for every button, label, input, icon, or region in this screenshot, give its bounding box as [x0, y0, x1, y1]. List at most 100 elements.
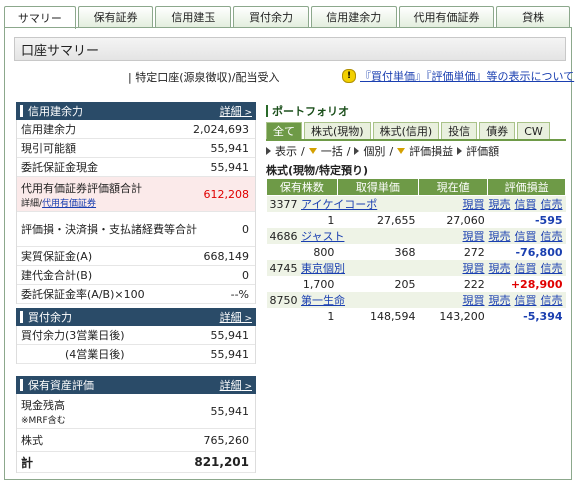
section-bar-icon — [20, 311, 23, 323]
notice-link[interactable]: 『買付単価』『評価単価』等の表示について — [360, 68, 574, 84]
row-note: ※MRF含む — [21, 415, 66, 426]
row-sub: 詳細/代用有価証券 — [21, 196, 142, 209]
arrow-right-icon — [457, 147, 463, 155]
row-label: 信用建余力 — [21, 123, 76, 136]
row-value: --% — [230, 287, 249, 301]
cell-cost: 27,655 — [376, 213, 416, 227]
margin-section-title: 信用建余力 — [28, 105, 83, 118]
stock-name-link[interactable]: ジャスト — [301, 230, 344, 243]
margin-buy-link[interactable]: 信買 — [515, 198, 537, 211]
margin-row: 現引可能額 55,941 — [17, 139, 255, 158]
sell-link[interactable]: 現売 — [489, 262, 511, 275]
tab-buying-power[interactable]: 買付余力 — [233, 6, 309, 27]
row-value: 55,941 — [210, 160, 250, 174]
stock-code: 4745 — [269, 262, 298, 275]
stock-name-link[interactable]: 第一生命 — [301, 294, 345, 307]
tab-holdings[interactable]: 保有証券 — [77, 6, 154, 27]
tab-collateral[interactable]: 代用有価証券 — [398, 6, 495, 27]
sell-link[interactable]: 現売 — [489, 230, 511, 243]
table-row: 3377 アイケイコーポ 現買 現売 信買 信売 — [266, 195, 566, 212]
margin-sell-link[interactable]: 信売 — [541, 294, 563, 307]
assets-detail-link[interactable]: 詳細 — [220, 377, 252, 393]
cell-shares: 800 — [313, 245, 335, 259]
table-row: 4745 東京個別 現買 現売 信買 信売 — [266, 260, 566, 276]
section-bar-icon — [20, 105, 23, 117]
margin-sell-link[interactable]: 信売 — [541, 262, 563, 275]
opt-value[interactable]: 評価額 — [466, 143, 499, 159]
stock-name-link[interactable]: アイケイコーポ — [301, 198, 377, 211]
margin-row: 実質保証金(A) 668,149 — [17, 247, 255, 266]
sell-link[interactable]: 現売 — [489, 294, 511, 307]
margin-row: 信用建余力 2,024,693 — [17, 120, 255, 139]
buy-link[interactable]: 現買 — [463, 230, 485, 243]
buy-link[interactable]: 現買 — [463, 262, 485, 275]
margin-sell-link[interactable]: 信売 — [541, 230, 563, 243]
pf-tab-margin[interactable]: 株式(信用) — [372, 122, 440, 139]
table-row: 1 148,594 143,200 -5,394 — [267, 308, 566, 324]
margin-detail-link[interactable]: 詳細 — [220, 103, 252, 119]
portfolio-tabs: 全て 株式(現物) 株式(信用) 投信 債券 CW — [266, 122, 566, 141]
tab-margin-capacity[interactable]: 信用建余力 — [310, 6, 397, 27]
stock-code: 3377 — [269, 198, 298, 211]
opt-bulk[interactable]: 一括 — [321, 143, 343, 159]
stock-name-link[interactable]: 東京個別 — [301, 262, 345, 275]
buying-row: 買付余力(3営業日後) 55,941 — [17, 326, 255, 345]
margin-buy-link[interactable]: 信買 — [515, 230, 537, 243]
margin-row: 代用有価証券評価額合計 詳細/代用有価証券 612,208 — [17, 177, 255, 212]
row-label: 委託保証金率(A/B)×100 — [21, 288, 145, 301]
opt-individual[interactable]: 個別 — [363, 143, 385, 159]
assets-row: 現金残高 ※MRF含む 55,941 — [17, 394, 255, 429]
display-options: 表示 / 一括 / 個別 / 評価損益 評価額 — [266, 143, 566, 159]
cell-price: 27,060 — [446, 213, 485, 227]
cell-price: 272 — [463, 245, 485, 259]
pf-tab-cw[interactable]: CW — [517, 122, 550, 139]
row-label: 買付余力(3営業日後) — [21, 329, 125, 342]
margin-row: 評価損・決済損・支払諸経費等合計 0 — [17, 212, 255, 247]
cell-shares: 1 — [327, 309, 335, 323]
pf-tab-cash[interactable]: 株式(現物) — [304, 122, 371, 139]
buying-section-title: 買付余力 — [28, 311, 72, 324]
row-label: 代用有価証券評価額合計 — [21, 181, 142, 195]
sell-link[interactable]: 現売 — [489, 198, 511, 211]
margin-row: 委託保証金率(A/B)×100 --% — [17, 285, 255, 304]
cell-cost: 205 — [394, 277, 416, 291]
pf-tab-funds[interactable]: 投信 — [441, 122, 478, 139]
pf-tab-bonds[interactable]: 債券 — [479, 122, 516, 139]
tab-stock-lending[interactable]: 貸株 — [496, 6, 571, 27]
margin-sell-link[interactable]: 信売 — [541, 198, 563, 211]
buying-rows: 買付余力(3営業日後) 55,941 (4営業日後) 55,941 — [16, 326, 256, 364]
tab-summary[interactable]: サマリー — [4, 6, 76, 29]
row-value: 55,941 — [210, 347, 250, 361]
portfolio-subtitle: 株式(現物/特定預り) — [266, 164, 369, 177]
col-cost: 取得単価 — [336, 178, 419, 196]
triangle-down-icon — [308, 148, 317, 154]
row-label: 実質保証金(A) — [21, 250, 93, 263]
buy-link[interactable]: 現買 — [463, 294, 485, 307]
notice: ! 『買付単価』『評価単価』等の表示について — [342, 68, 574, 84]
row-value: 0 — [242, 268, 249, 282]
pf-tab-all[interactable]: 全て — [266, 122, 302, 139]
row-value: 55,941 — [210, 141, 250, 155]
table-row: 1 27,655 27,060 -595 — [267, 212, 566, 228]
collateral-link[interactable]: 代用有価証券 — [42, 199, 96, 209]
cell-price: 222 — [463, 277, 485, 291]
buy-link[interactable]: 現買 — [463, 198, 485, 211]
buying-detail-link[interactable]: 詳細 — [220, 309, 252, 325]
row-label: 計 — [21, 455, 34, 470]
row-label-group: 代用有価証券評価額合計 詳細/代用有価証券 — [21, 180, 142, 209]
arrow-right-icon — [354, 147, 360, 155]
opt-pl[interactable]: 評価損益 — [409, 143, 453, 159]
cell-shares: 1,700 — [302, 277, 335, 291]
buying-section-header: 買付余力 詳細 — [16, 308, 256, 326]
col-price: 現在値 — [417, 178, 489, 196]
margin-buy-link[interactable]: 信買 — [515, 294, 537, 307]
margin-buy-link[interactable]: 信買 — [515, 262, 537, 275]
account-type-label: 特定口座(源泉徴収)/配当受入 — [135, 71, 280, 84]
main-tabs: サマリー 保有証券 信用建玉 買付余力 信用建余力 代用有価証券 貸株 — [4, 6, 572, 29]
opt-sep: / — [389, 144, 394, 158]
row-label: 現金残高 — [21, 398, 65, 412]
arrow-right-icon — [266, 147, 271, 155]
row-label: 委託保証金現金 — [21, 161, 98, 174]
margin-row: 委託保証金現金 55,941 — [17, 158, 255, 177]
tab-margin-positions[interactable]: 信用建玉 — [155, 6, 232, 27]
